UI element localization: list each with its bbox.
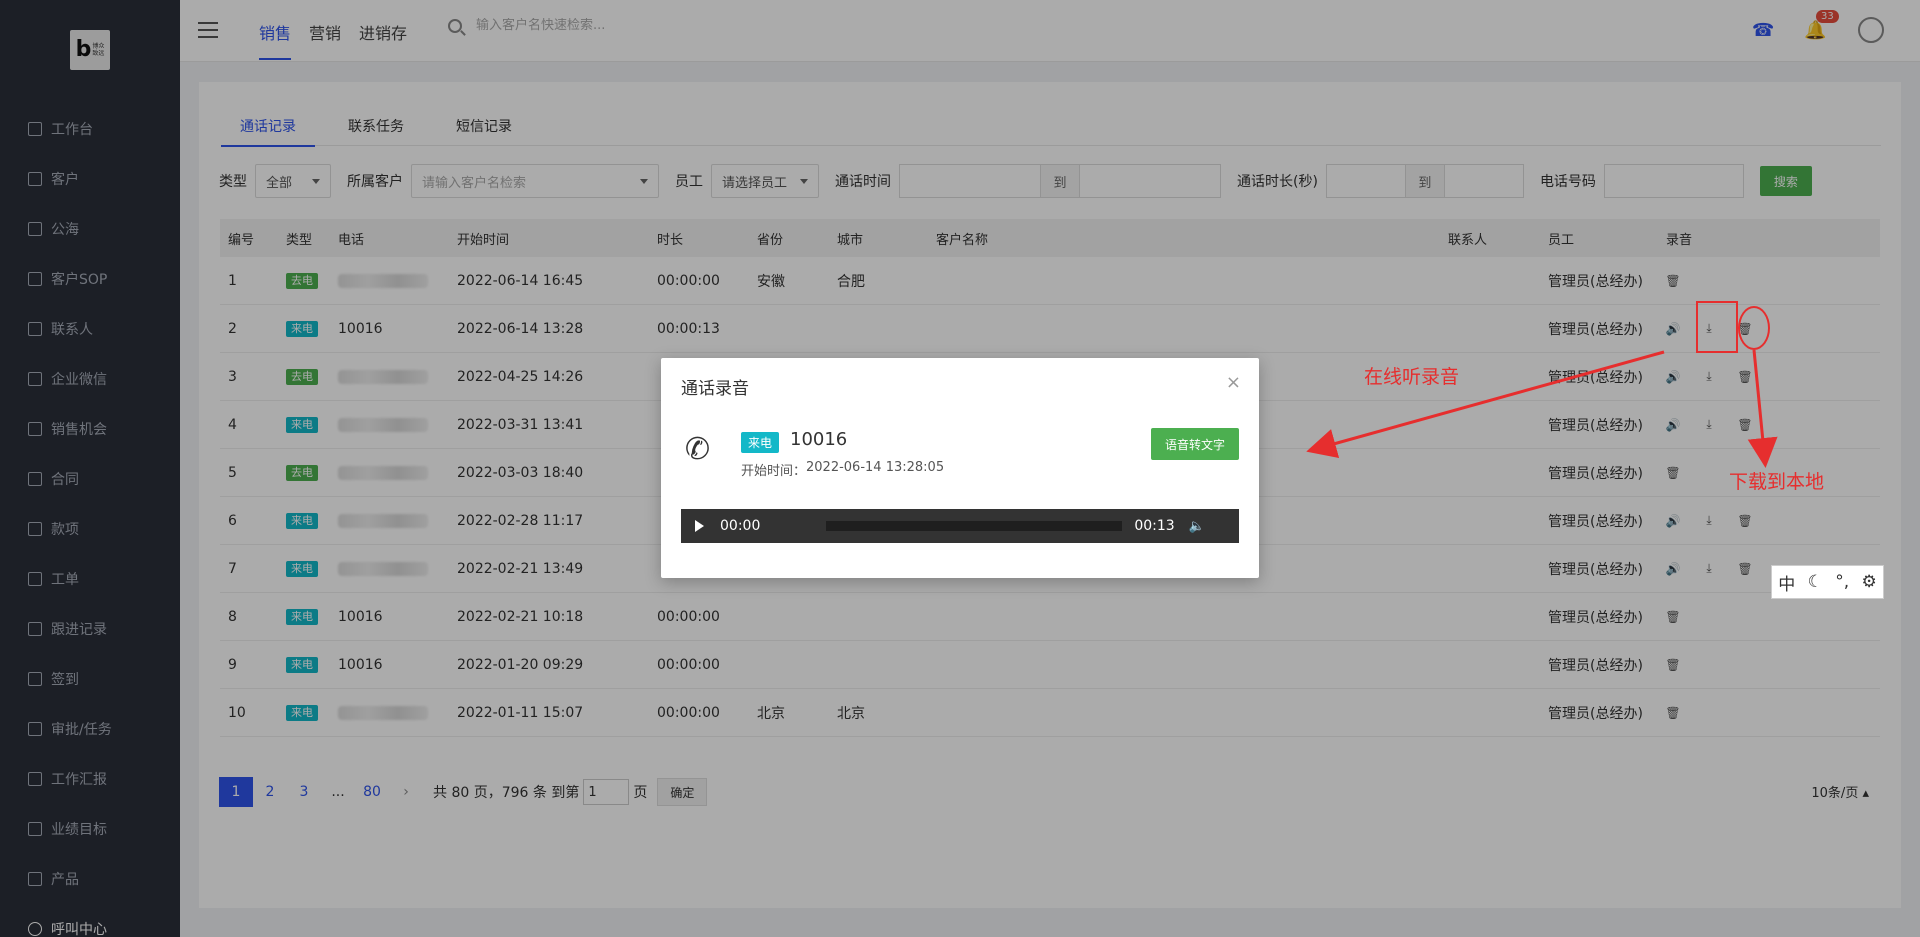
moon-icon[interactable]: ☾ bbox=[1808, 572, 1823, 592]
ime-toolbar: 中 ☾ °, ⚙ bbox=[1771, 565, 1884, 599]
annotation-listen-online: 在线听录音 bbox=[1364, 366, 1460, 388]
arrow-to-download-label bbox=[1747, 349, 1778, 468]
annotation-download-local: 下载到本地 bbox=[1729, 471, 1825, 493]
ime-lang[interactable]: 中 bbox=[1778, 570, 1795, 595]
annotation-arrows bbox=[1306, 349, 1778, 468]
gear-icon[interactable]: ⚙ bbox=[1862, 572, 1877, 592]
punctuation-icon[interactable]: °, bbox=[1835, 572, 1849, 592]
